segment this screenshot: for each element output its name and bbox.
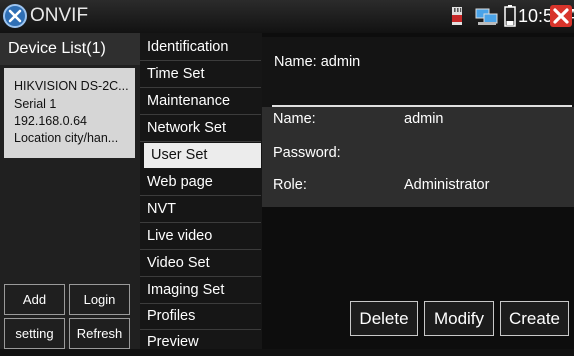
create-button[interactable]: Create: [500, 301, 569, 336]
user-set-panel: Name: admin Name: admin Password: Role: …: [262, 33, 574, 349]
menu-item-maintenance[interactable]: Maintenance: [140, 89, 261, 115]
name-value: admin: [404, 111, 444, 127]
menu-item-profiles[interactable]: Profiles: [140, 304, 261, 330]
menu-item-time-set[interactable]: Time Set: [140, 62, 261, 88]
menu-item-web-page[interactable]: Web page: [140, 170, 261, 196]
device-ip: 192.168.0.64: [14, 114, 87, 128]
delete-button[interactable]: Delete: [350, 301, 418, 336]
user-details: Name: admin Password: Role: Administrato…: [262, 107, 574, 207]
device-card[interactable]: HIKVISION DS-2C... Serial 1 192.168.0.64…: [4, 68, 135, 158]
title-bar: ONVIF 10:57 AM: [0, 0, 574, 33]
onvif-logo-icon: [3, 4, 27, 28]
role-value: Administrator: [404, 177, 490, 193]
settings-menu: Identification Time Set Maintenance Netw…: [140, 33, 262, 350]
battery-icon: [504, 5, 516, 27]
user-list-entry-label: Name: admin: [274, 54, 361, 70]
network-icon: [475, 8, 498, 25]
setting-button[interactable]: setting: [4, 318, 65, 349]
device-list-panel: Device List(1) HIKVISION DS-2C... Serial…: [0, 33, 140, 349]
user-list-entry[interactable]: Name: admin: [262, 37, 574, 107]
refresh-button[interactable]: Refresh: [69, 318, 130, 349]
device-location: Location city/han...: [14, 131, 119, 145]
device-list-title: Device List(1): [8, 40, 106, 57]
menu-item-identification[interactable]: Identification: [140, 35, 261, 61]
menu-item-video-set[interactable]: Video Set: [140, 251, 261, 277]
device-serial: Serial 1: [14, 97, 57, 111]
sd-card-icon: [452, 7, 462, 25]
app-title: ONVIF: [30, 5, 89, 26]
login-button[interactable]: Login: [69, 284, 130, 315]
role-label: Role:: [273, 177, 307, 193]
device-list-header: Device List(1): [0, 33, 140, 65]
name-label: Name:: [273, 111, 316, 127]
menu-item-imaging-set[interactable]: Imaging Set: [140, 278, 261, 304]
password-label: Password:: [273, 145, 341, 161]
add-button[interactable]: Add: [4, 284, 65, 315]
menu-item-live-video[interactable]: Live video: [140, 224, 261, 250]
device-model: HIKVISION DS-2C...: [14, 79, 129, 93]
close-icon[interactable]: [550, 5, 572, 27]
menu-item-network-set[interactable]: Network Set: [140, 116, 261, 142]
menu-item-preview[interactable]: Preview: [140, 330, 261, 356]
modify-button[interactable]: Modify: [424, 301, 494, 336]
menu-item-nvt[interactable]: NVT: [140, 197, 261, 223]
menu-item-user-set[interactable]: User Set: [144, 143, 261, 168]
